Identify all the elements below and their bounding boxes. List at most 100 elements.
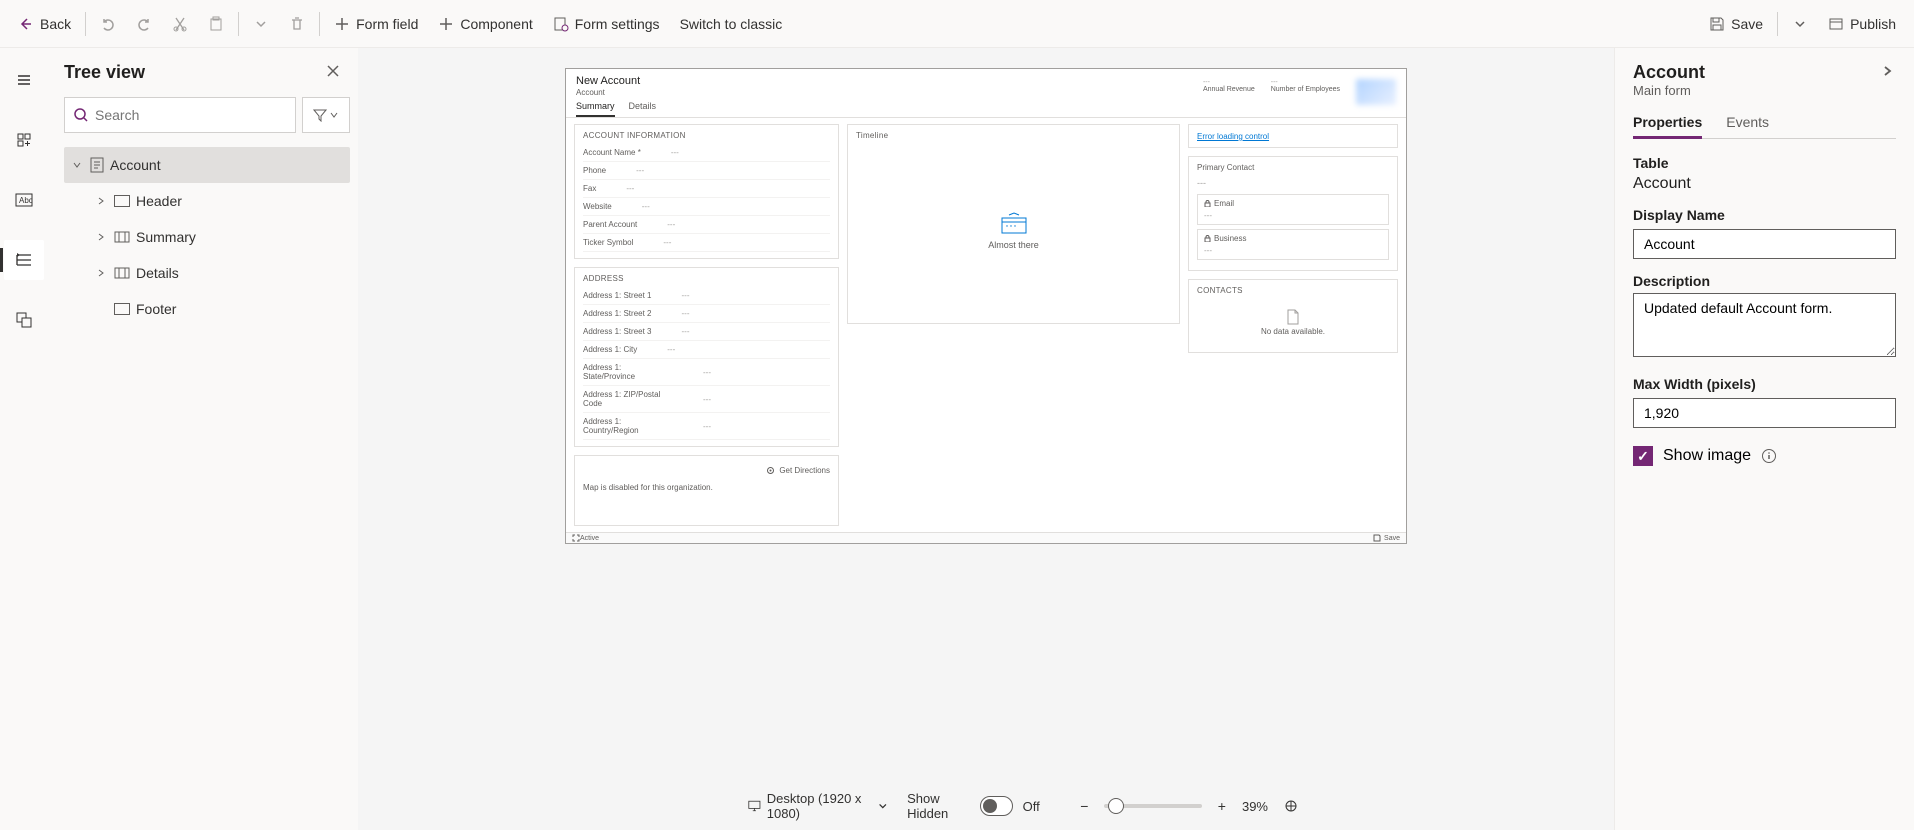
switch-classic-button[interactable]: Switch to classic [670, 10, 793, 38]
rail-tree-button[interactable] [4, 240, 44, 280]
svg-text:Abc: Abc [19, 196, 33, 205]
zoom-out-button[interactable]: − [1074, 796, 1094, 816]
field-label: Address 1: Street 1 [583, 291, 651, 300]
zoom-slider[interactable] [1104, 804, 1201, 808]
header-field-employees: ---Number of Employees [1271, 79, 1340, 93]
section-title: CONTACTS [1197, 286, 1389, 295]
rail-fields-button[interactable]: Abc [4, 180, 44, 220]
chevron-right-icon [94, 196, 108, 206]
chevron-down-icon [329, 110, 339, 120]
form-field-row[interactable]: Website--- [583, 198, 830, 216]
rail-components-button[interactable] [4, 120, 44, 160]
tree-filter-button[interactable] [302, 97, 350, 133]
section-error[interactable]: Error loading control [1188, 124, 1398, 148]
field-label: Address 1: State/Province [583, 363, 673, 381]
filter-icon [313, 108, 327, 122]
properties-title: Account [1633, 62, 1705, 83]
form-field-row[interactable]: Address 1: ZIP/Postal Code--- [583, 386, 830, 413]
form-canvas[interactable]: New Account Account Summary Details ---A… [565, 68, 1407, 544]
field-value: --- [637, 220, 830, 229]
tree-node-header[interactable]: Header [64, 183, 350, 219]
tree-node-footer[interactable]: Footer [64, 291, 350, 327]
redo-icon [136, 16, 152, 32]
form-field-row[interactable]: Address 1: Country/Region--- [583, 413, 830, 440]
footer-save[interactable]: Save [1373, 534, 1400, 542]
field-value: --- [673, 422, 830, 431]
add-form-field-button[interactable]: Form field [324, 10, 428, 38]
chevron-right-icon [1880, 64, 1894, 78]
form-field-row[interactable]: Phone--- [583, 162, 830, 180]
tab-events[interactable]: Events [1726, 108, 1769, 138]
form-field-row[interactable]: Address 1: Street 2--- [583, 305, 830, 323]
show-image-checkbox[interactable]: ✓ Show image [1633, 446, 1896, 466]
get-directions-link[interactable]: Get Directions [583, 462, 830, 479]
section-address[interactable]: ADDRESS Address 1: Street 1---Address 1:… [574, 267, 839, 447]
tree-node-summary[interactable]: Summary [64, 219, 350, 255]
add-component-button[interactable]: Component [428, 10, 542, 38]
canvas-tab-details[interactable]: Details [629, 99, 657, 117]
form-field-row[interactable]: Address 1: City--- [583, 341, 830, 359]
section-account-information[interactable]: ACCOUNT INFORMATION Account Name *---Pho… [574, 124, 839, 259]
footer-status: Active [580, 535, 599, 542]
section-timeline[interactable]: Timeline Almost there [847, 124, 1180, 324]
more-button[interactable] [243, 10, 279, 38]
show-hidden-toggle[interactable] [980, 796, 1013, 816]
publish-label: Publish [1850, 16, 1896, 32]
search-icon [73, 107, 89, 123]
properties-collapse-button[interactable] [1878, 62, 1896, 80]
rail-related-button[interactable] [4, 300, 44, 340]
canvas-col-3: Error loading control Primary Contact --… [1188, 124, 1398, 526]
tab-properties[interactable]: Properties [1633, 108, 1702, 139]
description-input[interactable] [1633, 293, 1896, 357]
form-field-row[interactable]: Fax--- [583, 180, 830, 198]
form-field-row[interactable]: Account Name *--- [583, 144, 830, 162]
zoom-in-button[interactable]: + [1212, 796, 1232, 816]
device-selector[interactable]: Desktop (1920 x 1080) [748, 791, 887, 821]
table-value: Account [1633, 175, 1896, 193]
zoom-fit-button[interactable] [1278, 797, 1304, 815]
save-dropdown-button[interactable] [1782, 10, 1818, 38]
form-field-row[interactable]: Address 1: Street 3--- [583, 323, 830, 341]
delete-button[interactable] [279, 10, 315, 38]
tree-node-details[interactable]: Details [64, 255, 350, 291]
expand-icon [572, 534, 580, 542]
cut-button[interactable] [162, 10, 198, 38]
separator [319, 12, 320, 36]
tree-node-account[interactable]: Account [64, 147, 350, 183]
redo-button[interactable] [126, 10, 162, 38]
max-width-input[interactable] [1633, 398, 1896, 428]
section-primary-contact[interactable]: Primary Contact --- Email --- Business -… [1188, 156, 1398, 271]
section-contacts[interactable]: CONTACTS No data available. [1188, 279, 1398, 353]
paste-button[interactable] [198, 10, 234, 38]
description-label: Description [1633, 273, 1896, 289]
display-name-input[interactable] [1633, 229, 1896, 259]
canvas-tab-summary[interactable]: Summary [576, 99, 615, 117]
fields-icon: Abc [15, 193, 33, 207]
form-field-row[interactable]: Address 1: Street 1--- [583, 287, 830, 305]
back-button[interactable]: Back [8, 10, 81, 38]
tree-search-input[interactable] [95, 107, 287, 123]
form-field-row[interactable]: Ticker Symbol--- [583, 234, 830, 252]
rail-hamburger-button[interactable] [4, 60, 44, 100]
target-icon [766, 466, 775, 475]
tree-search[interactable] [64, 97, 296, 133]
timeline-icon [1001, 212, 1027, 234]
form-field-row[interactable]: Parent Account--- [583, 216, 830, 234]
form-field-row[interactable]: Address 1: State/Province--- [583, 359, 830, 386]
timeline-placeholder: Almost there [856, 144, 1171, 317]
chevron-down-icon [253, 16, 269, 32]
form-settings-button[interactable]: Form settings [543, 10, 670, 38]
max-width-label: Max Width (pixels) [1633, 376, 1896, 392]
save-button[interactable]: Save [1699, 10, 1773, 38]
tree-close-button[interactable] [322, 60, 344, 85]
undo-button[interactable] [90, 10, 126, 38]
components-icon [16, 132, 32, 148]
publish-button[interactable]: Publish [1818, 10, 1906, 38]
section-map[interactable]: Get Directions Map is disabled for this … [574, 455, 839, 526]
field-label: Address 1: Country/Region [583, 417, 673, 435]
canvas-subtitle: Account [576, 88, 605, 97]
error-link[interactable]: Error loading control [1197, 132, 1269, 141]
show-image-label: Show image [1663, 447, 1751, 465]
footer-expand[interactable] [572, 534, 580, 542]
canvas-header: New Account Account Summary Details ---A… [566, 69, 1406, 118]
